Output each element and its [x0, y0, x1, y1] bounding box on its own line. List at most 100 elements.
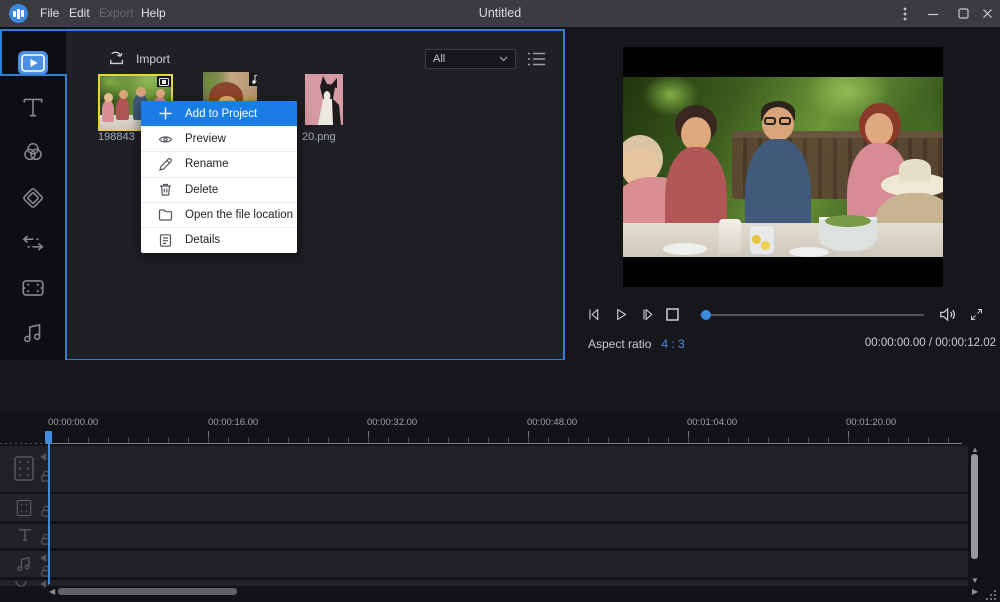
menu-preview[interactable]: Preview: [141, 126, 297, 151]
media-item-label: 20.png: [302, 131, 336, 143]
music-note-icon: [249, 72, 257, 86]
pip-track[interactable]: [0, 494, 968, 521]
aspect-ratio-row: Aspect ratio 4 : 3: [588, 337, 685, 351]
minimize-button[interactable]: [918, 0, 948, 27]
menu-open-file-location[interactable]: Open the file location: [141, 202, 297, 227]
media-play-icon: [17, 50, 49, 76]
plate: [789, 247, 829, 257]
scroll-left-icon[interactable]: ◀: [49, 588, 55, 596]
glasses-left: [764, 117, 776, 125]
toolbar: Export: [0, 360, 1000, 412]
menu-add-to-project[interactable]: Add to Project: [141, 101, 297, 126]
voiceover-track-icon: [14, 581, 28, 587]
trash-icon: [158, 182, 173, 197]
glasses-right: [779, 117, 791, 125]
menu-details[interactable]: Details: [141, 227, 297, 252]
seek-slider[interactable]: [700, 314, 924, 316]
title-bar: File Edit Export Help Untitled: [0, 0, 1000, 27]
eye-icon: [158, 132, 173, 147]
film-frame-icon: [20, 275, 46, 301]
ruler-label: 00:01:04.00: [687, 417, 737, 428]
timeline: 00:00:00.00 00:00:16.00 00:00:32.00 00:0…: [0, 412, 1000, 602]
transitions-icon: [20, 230, 46, 256]
panel-border: [0, 29, 2, 75]
import-label: Import: [136, 52, 170, 66]
close-button[interactable]: [972, 0, 1000, 27]
menu-help[interactable]: Help: [135, 0, 172, 27]
aspect-ratio-label: Aspect ratio: [588, 337, 651, 351]
pip-track-icon: [14, 498, 34, 518]
plate: [663, 243, 707, 255]
vertical-scrollbar[interactable]: ▲ ▼: [970, 446, 980, 586]
playhead-line: [48, 443, 50, 584]
ruler-label: 00:00:00.00: [48, 417, 98, 428]
media-filter-value: All: [433, 53, 445, 65]
next-frame-button[interactable]: [639, 306, 656, 323]
sidebar-tab-media[interactable]: [0, 43, 66, 83]
text-icon: [20, 94, 46, 120]
media-filter-dropdown[interactable]: All: [425, 49, 516, 69]
ruler-label: 00:00:16.00: [208, 417, 258, 428]
horizontal-scroll-thumb[interactable]: [58, 588, 237, 595]
vertical-scroll-thumb[interactable]: [971, 454, 978, 559]
music-track[interactable]: [0, 551, 968, 577]
preview-panel: Aspect ratio 4 : 3 00:00:00.00 / 00:00:12…: [567, 27, 1000, 360]
sidebar-tab-filters[interactable]: [0, 132, 66, 172]
import-button[interactable]: Import: [108, 50, 170, 67]
hat-crown: [899, 159, 931, 181]
filters-icon: [20, 139, 46, 165]
play-button[interactable]: [612, 306, 629, 323]
more-options-icon[interactable]: [890, 0, 920, 27]
video-track[interactable]: [0, 446, 968, 492]
sidebar-tab-elements[interactable]: [0, 268, 66, 308]
sidebar-tab-music[interactable]: [0, 313, 66, 353]
stop-button[interactable]: [666, 308, 679, 321]
sidebar-tab-text[interactable]: [0, 87, 66, 127]
details-icon: [158, 233, 173, 248]
overlays-icon: [20, 185, 46, 211]
preview-video: [623, 77, 943, 257]
menu-rename[interactable]: Rename: [141, 151, 297, 176]
panel-border: [0, 74, 66, 76]
panel-border: [65, 359, 564, 361]
panel-border: [0, 29, 564, 31]
scroll-up-icon[interactable]: ▲: [971, 446, 979, 454]
ruler-label: 00:01:20.00: [846, 417, 896, 428]
voiceover-track[interactable]: [0, 580, 968, 586]
ruler-label: 00:00:32.00: [367, 417, 417, 428]
timecode: 00:00:00.00 / 00:00:12.02: [865, 337, 996, 349]
playhead-handle[interactable]: [45, 431, 52, 443]
volume-icon[interactable]: [939, 306, 958, 323]
fullscreen-icon[interactable]: [969, 307, 984, 322]
video-track-icon: [12, 455, 36, 482]
music-notes-icon: [20, 320, 46, 346]
film-icon: [157, 76, 171, 87]
menu-edit[interactable]: Edit: [63, 0, 96, 27]
folder-icon: [158, 207, 173, 222]
menu-export: Export: [93, 0, 140, 27]
pencil-icon: [158, 157, 173, 172]
sidebar: [0, 27, 66, 360]
media-item-image[interactable]: [305, 74, 343, 125]
previous-frame-button[interactable]: [585, 306, 602, 323]
preview-frame: [623, 47, 943, 287]
ruler-label: 00:00:48.00: [527, 417, 577, 428]
dog-photo: [305, 74, 343, 125]
scroll-down-icon[interactable]: ▼: [971, 577, 979, 585]
sidebar-tab-overlays[interactable]: [0, 178, 66, 218]
music-track-icon: [14, 554, 34, 574]
bottle: [719, 219, 741, 253]
scroll-right-icon[interactable]: ▶: [972, 588, 978, 596]
menu-file[interactable]: File: [34, 0, 65, 27]
sidebar-tab-transitions[interactable]: [0, 223, 66, 263]
import-icon: [108, 50, 126, 67]
list-view-icon[interactable]: [527, 51, 546, 67]
app-window: File Edit Export Help Untitled: [0, 0, 1000, 602]
seek-handle[interactable]: [701, 310, 711, 320]
aspect-ratio-value[interactable]: 4 : 3: [661, 337, 684, 351]
panel-border: [563, 29, 565, 360]
plus-icon: [158, 106, 173, 121]
resize-grip-icon[interactable]: [986, 590, 997, 601]
menu-delete[interactable]: Delete: [141, 177, 297, 202]
text-track[interactable]: [0, 524, 968, 548]
